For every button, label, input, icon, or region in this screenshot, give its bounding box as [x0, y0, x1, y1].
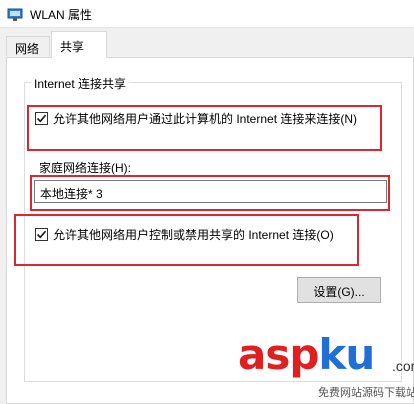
network-adapter-icon	[7, 8, 23, 21]
allow-sharing-checkbox[interactable]	[35, 112, 48, 125]
allow-control-option[interactable]: 允许其他网络用户控制或禁用共享的 Internet 连接(O)	[35, 226, 334, 243]
group-title: Internet 连接共享	[31, 75, 130, 92]
home-network-field[interactable]: 本地连接* 3	[34, 180, 387, 203]
tab-strip: 网络 共享	[0, 28, 414, 58]
allow-control-checkbox[interactable]	[35, 228, 48, 241]
sharing-panel: Internet 连接共享 允许其他网络用户通过此计算机的 Internet 连…	[6, 57, 414, 404]
tab-network[interactable]: 网络	[6, 36, 50, 56]
title-bar: WLAN 属性	[0, 0, 414, 28]
allow-sharing-option[interactable]: 允许其他网络用户通过此计算机的 Internet 连接来连接(N)	[35, 110, 357, 127]
allow-control-label: 允许其他网络用户控制或禁用共享的 Internet 连接(O)	[53, 228, 334, 242]
checkmark-icon	[36, 114, 47, 123]
window-title: WLAN 属性	[30, 8, 93, 22]
allow-sharing-label: 允许其他网络用户通过此计算机的 Internet 连接来连接(N)	[53, 112, 358, 126]
home-network-label: 家庭网络连接(H):	[39, 161, 131, 175]
settings-button[interactable]: 设置(G)...	[297, 277, 381, 303]
tab-sharing[interactable]: 共享	[51, 31, 107, 58]
checkmark-icon	[36, 230, 47, 239]
